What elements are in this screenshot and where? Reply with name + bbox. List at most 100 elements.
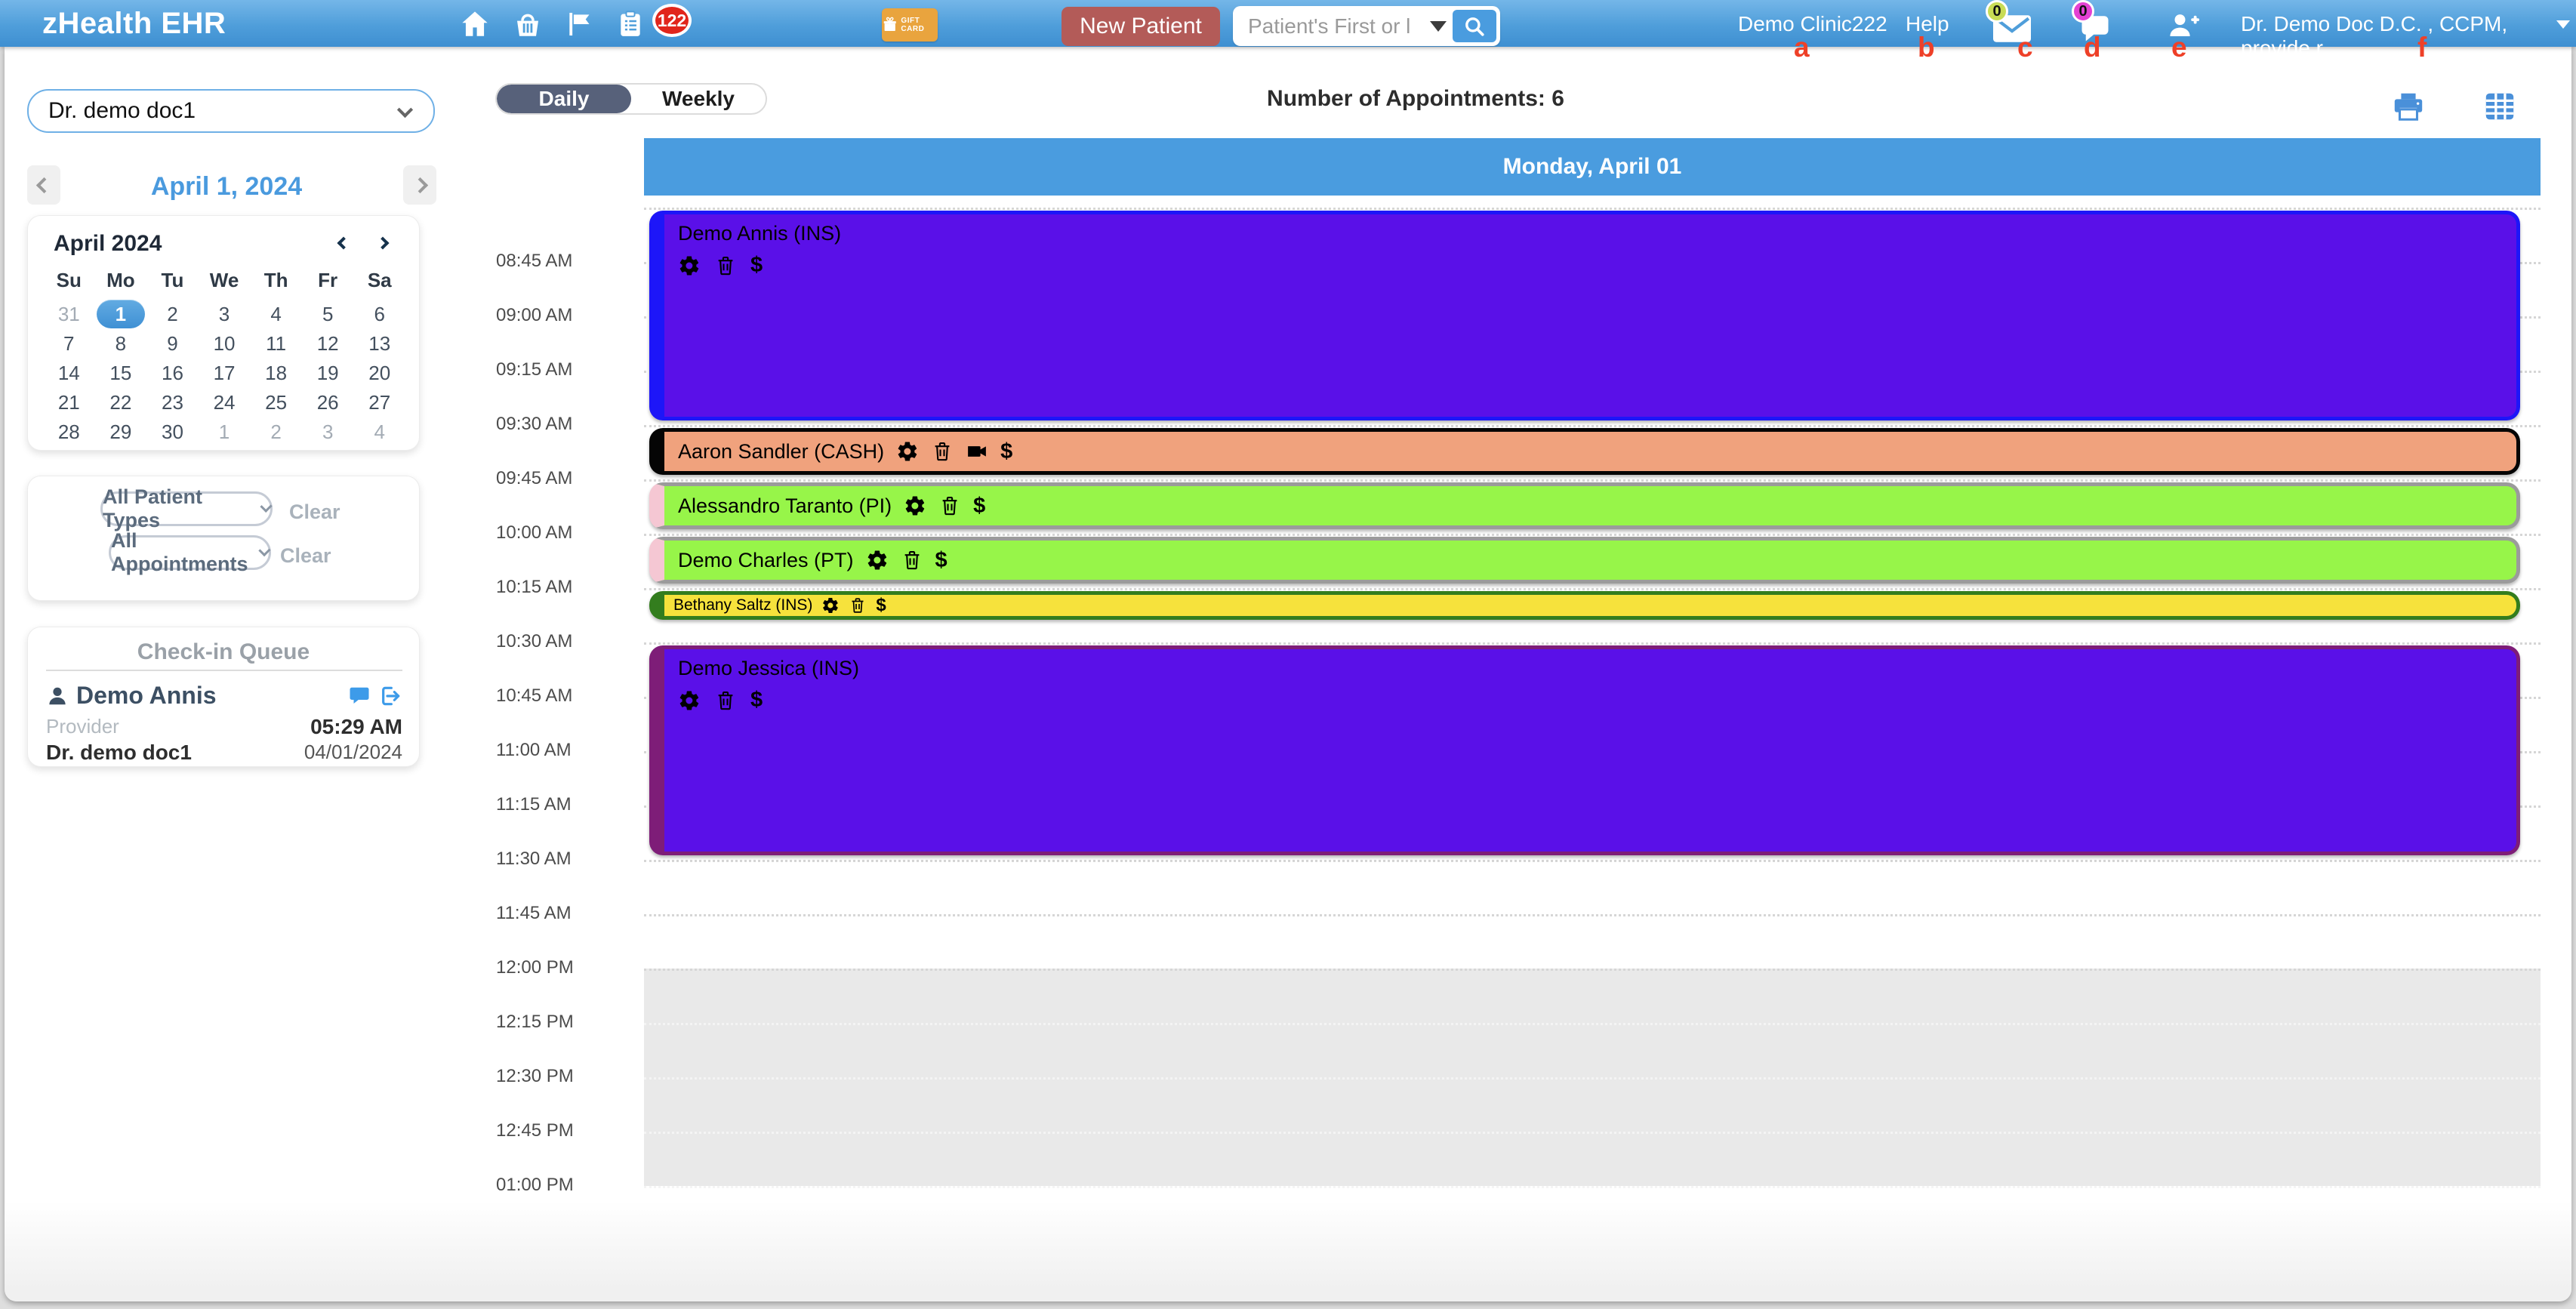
appointment-clear-button[interactable]: Clear	[280, 544, 331, 568]
calendar-day[interactable]: 28	[43, 417, 95, 447]
next-day-button[interactable]	[403, 165, 436, 205]
appointments-count: Number of Appointments: 6	[1267, 86, 1564, 111]
calendar-day[interactable]: 18	[250, 358, 302, 388]
time-gridline	[644, 860, 2541, 862]
calendar-day[interactable]: 21	[43, 387, 95, 417]
billing-dollar-icon[interactable]: $	[750, 253, 763, 278]
trash-icon[interactable]	[931, 440, 954, 463]
billing-dollar-icon[interactable]: $	[1000, 439, 1012, 464]
calendar-day[interactable]: 5	[302, 299, 354, 329]
appointment-block[interactable]: Demo Annis (INS) $	[649, 211, 2520, 420]
tab-weekly[interactable]: Weekly	[631, 85, 766, 113]
billing-dollar-icon[interactable]: $	[876, 595, 886, 616]
calendar-next-button[interactable]	[369, 229, 396, 257]
calendar-day[interactable]: 26	[302, 387, 354, 417]
calendar-day[interactable]: 12	[302, 328, 354, 359]
calendar-day[interactable]: 29	[95, 417, 147, 447]
billing-dollar-icon[interactable]: $	[973, 494, 985, 519]
chat-badge: 0	[2072, 0, 2094, 23]
gear-icon[interactable]	[904, 494, 926, 517]
notification-badge[interactable]: 122	[652, 4, 692, 37]
calendar-day[interactable]: 22	[95, 387, 147, 417]
prev-day-button[interactable]	[27, 165, 60, 205]
chevron-left-icon	[337, 236, 350, 250]
trash-icon[interactable]	[714, 689, 737, 712]
calendar-day[interactable]: 17	[199, 358, 251, 388]
calendar-day[interactable]: 23	[146, 387, 199, 417]
appointment-block[interactable]: Demo Jessica (INS) $	[649, 645, 2520, 855]
checkout-icon[interactable]	[378, 684, 402, 708]
patient-type-clear-button[interactable]: Clear	[289, 500, 340, 524]
search-button[interactable]	[1453, 10, 1496, 42]
tab-daily[interactable]: Daily	[497, 85, 631, 113]
trash-icon[interactable]	[938, 494, 961, 517]
calendar-day[interactable]: 14	[43, 358, 95, 388]
appointment-patient-name: Demo Charles (PT)	[678, 548, 854, 571]
calendar-day[interactable]: 30	[146, 417, 199, 447]
camera-icon[interactable]	[966, 440, 988, 463]
appointment-block[interactable]: Aaron Sandler (CASH) $	[649, 428, 2520, 475]
time-label: 12:30 PM	[496, 1066, 574, 1086]
calendar-day[interactable]: 25	[250, 387, 302, 417]
gear-icon[interactable]	[678, 689, 701, 712]
flag-icon[interactable]	[565, 8, 593, 40]
calendar-day[interactable]: 15	[95, 358, 147, 388]
time-gridline	[644, 1186, 2541, 1188]
home-icon[interactable]	[459, 8, 491, 40]
time-label: 10:00 AM	[496, 522, 573, 543]
calendar-day[interactable]: 8	[95, 328, 147, 359]
gear-icon[interactable]	[821, 596, 840, 614]
patient-search	[1233, 6, 1500, 46]
calendar-day[interactable]: 4	[353, 417, 405, 447]
basket-icon[interactable]	[512, 8, 544, 40]
calendar-day[interactable]: 19	[302, 358, 354, 388]
time-label: 11:15 AM	[496, 794, 572, 815]
calendar-day[interactable]: 27	[353, 387, 405, 417]
patient-search-input[interactable]	[1248, 14, 1425, 38]
chat-icon[interactable]	[348, 685, 371, 707]
trash-icon[interactable]	[849, 596, 867, 614]
calendar-day[interactable]: 1	[199, 417, 251, 447]
calendar-day[interactable]: 10	[199, 328, 251, 359]
billing-dollar-icon[interactable]: $	[750, 688, 763, 713]
appointment-block[interactable]: Demo Charles (PT) $	[649, 537, 2520, 584]
checkin-patient-name: Demo Annis	[76, 682, 217, 709]
provider-select[interactable]: Dr. demo doc1	[27, 89, 435, 133]
calendar-day[interactable]: 13	[353, 328, 405, 359]
checkin-time: 05:29 AM	[310, 715, 402, 738]
time-label: 11:45 AM	[496, 903, 572, 923]
calendar-day[interactable]: 6	[353, 299, 405, 329]
trash-icon[interactable]	[901, 549, 923, 571]
gear-icon[interactable]	[896, 440, 919, 463]
calendar-day[interactable]: 3	[302, 417, 354, 447]
new-patient-button[interactable]: New Patient	[1062, 7, 1220, 46]
appointment-block[interactable]: Bethany Saltz (INS) $	[649, 591, 2520, 620]
calendar-day[interactable]: 2	[146, 299, 199, 329]
appointment-block[interactable]: Alessandro Taranto (PI) $	[649, 482, 2520, 529]
clipboard-icon[interactable]	[616, 8, 645, 40]
calendar-day[interactable]: 24	[199, 387, 251, 417]
clinic-name[interactable]: Demo Clinic222	[1738, 12, 1887, 36]
calendar-day[interactable]: 9	[146, 328, 199, 359]
calendar-prev-button[interactable]	[330, 229, 357, 257]
gear-icon[interactable]	[866, 549, 889, 571]
search-options-caret-icon[interactable]	[1430, 20, 1447, 32]
billing-dollar-icon[interactable]: $	[935, 548, 948, 573]
calendar-day[interactable]: 2	[250, 417, 302, 447]
gear-icon[interactable]	[678, 254, 701, 277]
calendar-day[interactable]: 3	[199, 299, 251, 329]
calendar-day[interactable]: 20	[353, 358, 405, 388]
gift-card-icon[interactable]: GIFT CARD	[882, 8, 938, 42]
appointment-filter[interactable]: All Appointments	[109, 529, 271, 575]
print-icon[interactable]	[2390, 89, 2427, 124]
calendar-day[interactable]: 31	[43, 299, 95, 329]
calendar-day[interactable]: 11	[250, 328, 302, 359]
calendar-day[interactable]: 4	[250, 299, 302, 329]
trash-icon[interactable]	[714, 254, 737, 277]
calendar-day[interactable]: 16	[146, 358, 199, 388]
calendar-day[interactable]: 7	[43, 328, 95, 359]
grid-view-icon[interactable]	[2482, 89, 2517, 124]
provider-menu[interactable]: Dr. Demo Doc D.C. , CCPM, provide r	[2241, 12, 2576, 60]
calendar-day[interactable]: 1	[95, 299, 147, 329]
patient-type-filter[interactable]: All Patient Types	[100, 485, 273, 531]
